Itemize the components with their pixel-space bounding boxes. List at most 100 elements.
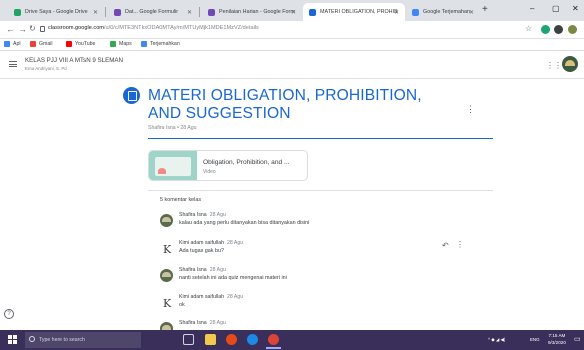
comment-author: Kimi adam saifullah [179,294,224,300]
url-field[interactable]: classroom.google.com/u/0/c/MTE3NTkxODA0M… [48,25,259,31]
search-placeholder: Type here to search [39,337,85,343]
close-icon[interactable]: ✕ [394,9,399,16]
comment-item: Shafira Isna 28 Agu kalau ada yang perlu … [160,212,480,232]
comment-author: Shafira Isna [179,267,207,273]
avatar [160,242,173,255]
comment-item: Shafira Isna 28 Agu [160,320,480,330]
translate-icon [412,8,419,16]
comment-author: Shafira Isna [179,212,207,218]
gmail-icon [30,41,36,47]
comment-text: ok [179,302,185,308]
menu-icon[interactable] [9,61,17,67]
help-icon[interactable]: ? [4,309,14,319]
material-meta: Shafira Isna • 28 Agu [148,125,197,131]
reload-icon[interactable]: ↻ [29,24,36,33]
close-icon[interactable]: ✕ [291,9,296,16]
profile-avatar[interactable] [568,25,577,34]
back-arrow-icon[interactable]: ← [6,24,15,34]
clock[interactable]: 7:15 AM 9/3/2020 [548,332,566,346]
url-path: /u/0/c/MTE3NTkxODA0MTAy/m/MTUyMjk1MDE1Mz… [103,25,259,31]
reply-icon[interactable]: ↶ [442,241,449,250]
notification-icon[interactable]: ▭ [574,335,581,343]
comment-item: Shafira Isna 28 Agu nanti setelah ini ada… [160,267,480,287]
apps-grid-icon [4,41,10,47]
minimize-icon[interactable]: – [530,4,534,13]
comment-item: Kimi adam saifullah28 Agu Ada tugas gak … [160,240,480,260]
tab-materi-active[interactable]: MATERI OBLIGATION, PROHIB ✕ [303,3,405,21]
comments-divider [148,190,493,191]
tab-google-translate[interactable]: Google Terjemahan ✕ [406,3,480,21]
tab-google-drive[interactable]: Drive Saya - Google Drive ✕ [8,3,104,21]
clock-time: 7:15 AM [548,333,566,338]
material-title: MATERI OBLIGATION, PROHIBITION, AND SUGG… [148,87,422,122]
star-icon[interactable]: ☆ [525,24,532,33]
extension-puzzle-icon[interactable] [554,25,563,34]
chrome-icon[interactable] [266,334,281,349]
comment-count[interactable]: 5 komentar kelas [160,197,201,203]
attachment-type: Video [203,169,216,175]
comment-more-icon[interactable]: ⋮ [456,240,464,249]
avatar [160,269,173,282]
browser-tab-bar: Drive Saya - Google Drive ✕ Dat... Googl… [0,0,584,21]
bookmark-youtube[interactable]: YouTube [66,41,95,47]
close-icon[interactable]: ✕ [93,9,98,16]
title-divider [148,138,493,139]
search-icon [29,336,35,342]
tab-title: Penilaian Harian - Google Form [219,9,295,15]
comment-date: 28 Agu [226,240,244,246]
video-attachment[interactable]: Obligation, Prohibition, and ... Video [148,150,308,181]
close-window-icon[interactable]: ✕ [572,4,579,13]
comment-date: 28 Agu [209,320,226,326]
forward-arrow-icon[interactable]: → [18,24,27,34]
avatar [160,214,173,227]
youtube-icon [66,41,72,47]
bookmark-gmail[interactable]: Gmail [30,41,53,47]
forms-icon [208,8,215,16]
classroom-icon [309,8,316,16]
comment-author: Shafira Isna [179,320,207,326]
address-bar: ← → ↻ classroom.google.com/u/0/c/MTE3NTk… [0,21,584,39]
comment-date: 28 Agu [226,294,244,300]
tab-title: Google Terjemahan [423,9,470,15]
tab-google-forms[interactable]: Dat... Google Formulir ✕ [108,3,198,21]
classroom-header: KELAS PJJ VIII A MTsN 9 SLEMAN Erna Andr… [0,51,584,79]
comment-text: kalau ada yang perlu ditanyakan bisa dit… [179,220,310,226]
drive-icon [14,8,21,16]
language-indicator[interactable]: ENG [530,337,540,342]
bookmark-maps[interactable]: Maps [110,41,132,47]
new-tab-button[interactable]: + [482,4,488,15]
clock-date: 9/3/2020 [548,340,566,345]
comment-text: Ada tugas gak bu? [179,248,224,254]
avatar [160,296,173,309]
tab-penilaian-harian[interactable]: Penilaian Harian - Google Form ✕ [202,3,302,21]
bookmarks-bar: Apl Gmail YouTube Maps Terjemahkan [0,39,584,51]
translate-icon [141,41,147,47]
teacher-name: Erna Andriyani, S. Pd [25,66,67,71]
material-book-icon [123,87,140,104]
maps-icon [110,41,116,47]
class-name[interactable]: KELAS PJJ VIII A MTsN 9 SLEMAN [25,57,123,64]
task-view-icon[interactable] [183,334,194,345]
close-icon[interactable]: ✕ [187,9,192,16]
taskbar-search[interactable]: Type here to search [25,332,141,348]
app-icon[interactable] [226,334,237,345]
extension-icon[interactable] [541,25,550,34]
more-options-icon[interactable]: ⋮ [466,104,475,115]
bookmark-apps[interactable]: Apl [4,41,21,47]
attachment-title: Obligation, Prohibition, and ... [203,159,290,166]
close-icon[interactable]: ✕ [469,9,474,16]
maximize-icon[interactable]: ▢ [552,4,560,13]
video-thumbnail [149,151,197,180]
lock-icon [40,26,45,32]
comment-date: 28 Agu [209,212,226,218]
windows-start-icon[interactable] [8,335,17,344]
file-explorer-icon[interactable] [205,334,216,345]
url-host: classroom.google.com [48,25,104,31]
edge-icon[interactable] [247,334,258,345]
tab-title: MATERI OBLIGATION, PROHIB [320,9,398,15]
tab-title: Dat... Google Formulir [125,9,179,15]
system-tray-icons[interactable]: ^ ◆ ◢ ◀) [488,337,505,343]
forms-icon [114,8,121,16]
account-avatar[interactable] [562,56,578,72]
bookmark-translate[interactable]: Terjemahkan [141,41,180,47]
